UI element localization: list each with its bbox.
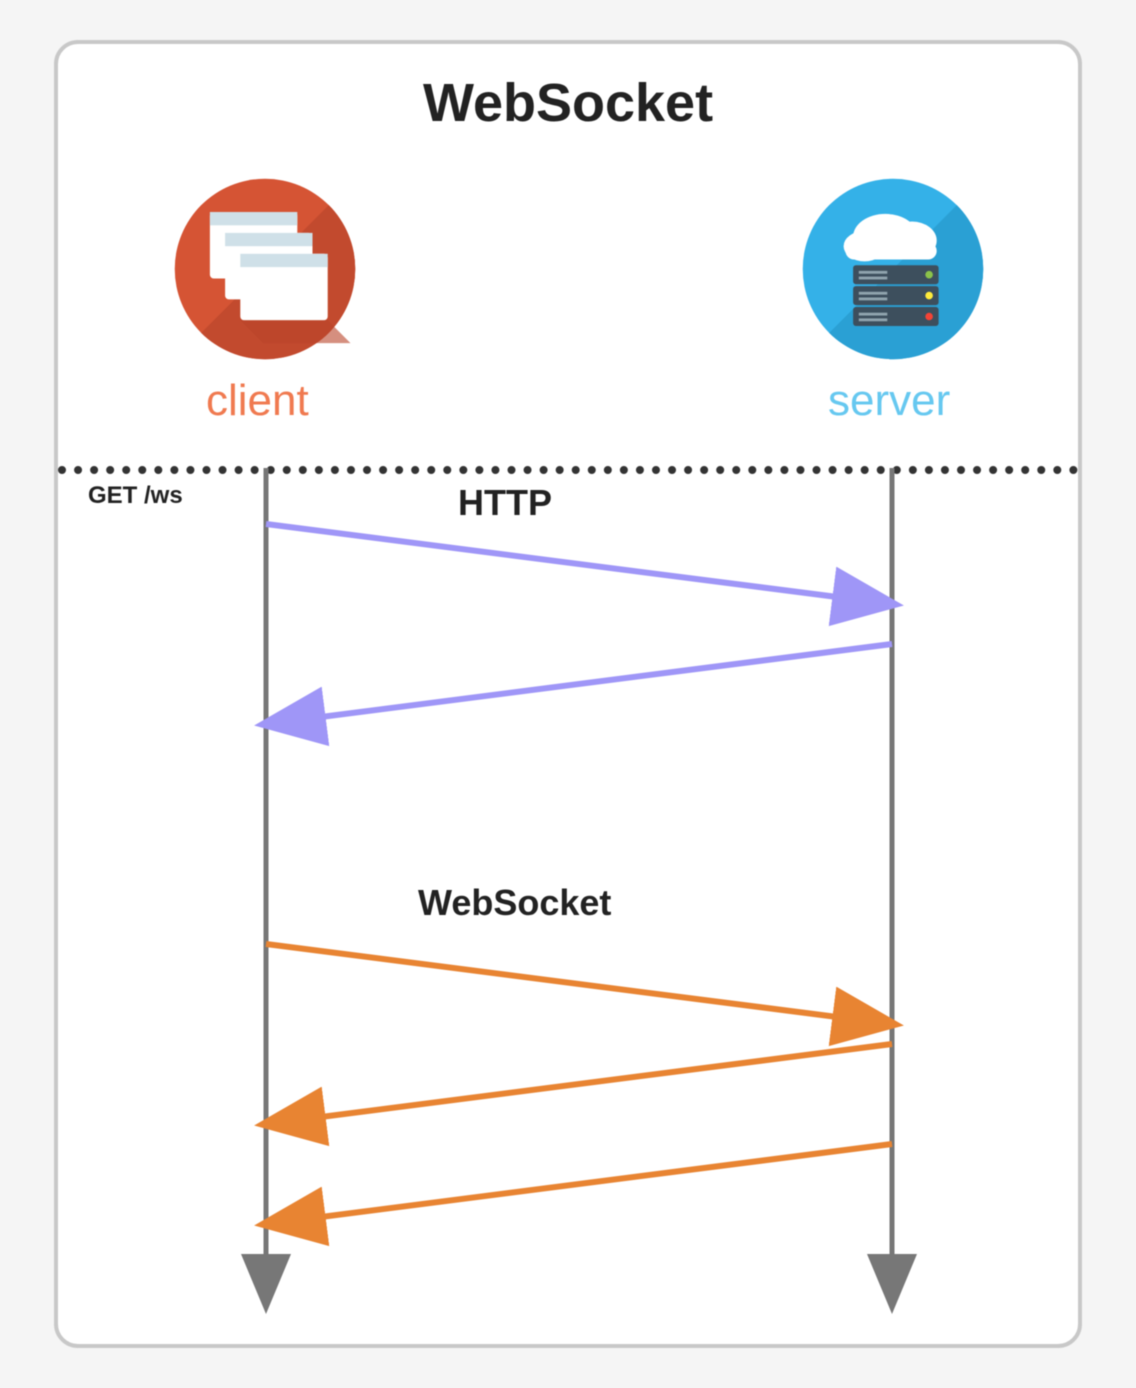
sequence-flow [58,44,1078,1344]
ws-message-arrow [266,944,892,1024]
websocket-diagram: WebSocket [54,40,1082,1348]
ws-message-arrow [266,1044,892,1124]
http-request-arrow [266,524,892,604]
http-response-arrow [266,644,892,724]
ws-message-arrow [266,1144,892,1224]
